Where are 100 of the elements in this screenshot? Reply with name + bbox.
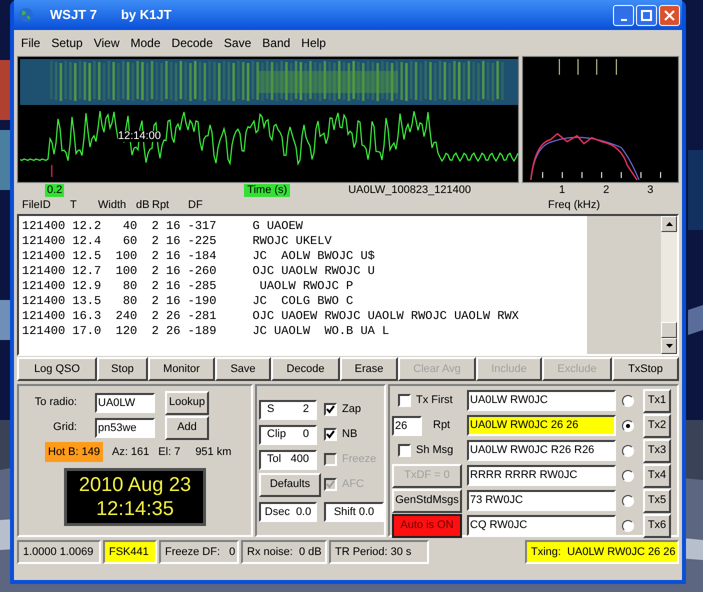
decoded-line: 121400 13.5 80 2 16 -190 JC COLG BWO C [22, 294, 354, 309]
menu-item[interactable]: Help [297, 33, 330, 53]
checkbox[interactable] [324, 428, 337, 441]
decoded-line: 121400 12.9 80 2 16 -285 UAOLW RWOJC P [22, 279, 354, 294]
file-name-label: UA0LW_100823_121400 [348, 183, 471, 198]
field-label: Grid: [52, 420, 78, 436]
toolbar-button[interactable]: Decode [271, 357, 340, 381]
time-text: 12:14:35 [96, 497, 174, 521]
checkbox[interactable] [398, 444, 411, 457]
decoded-line: 121400 16.3 240 2 26 -281 OJC UAOEW RWOJC UAOLW RWOJC UAOLW RWX [22, 309, 520, 324]
parameter-field[interactable]: S 2 [259, 400, 317, 420]
gen-messages-button[interactable]: GenStdMsgs [392, 488, 462, 512]
scroll-up-button[interactable] [661, 216, 677, 232]
menu-item[interactable]: Mode [126, 33, 165, 53]
dsec-field[interactable]: Dsec 0.0 [259, 502, 317, 522]
checkbox[interactable] [398, 394, 411, 407]
shift-field[interactable]: Shift 0.0 [324, 502, 384, 522]
toolbar-button[interactable]: Log QSO [17, 357, 97, 381]
distance-label: 951 km [195, 444, 232, 460]
callsign-field[interactable]: UA0LW [95, 392, 155, 412]
status-bar-cell: Txing: UA0LW RW0JC 26 26 [525, 540, 679, 564]
scrollbar[interactable] [661, 216, 677, 354]
close-button[interactable] [659, 4, 680, 26]
tx-button[interactable]: Tx2 [643, 414, 671, 438]
decoded-line: 121400 12.2 40 2 16 -317 G UAOEW [22, 219, 304, 234]
minimize-icon [620, 18, 626, 20]
scroll-down-button[interactable] [661, 338, 677, 354]
field-label: To radio: [34, 395, 78, 410]
radio-button[interactable] [622, 494, 634, 506]
radio-button[interactable] [622, 394, 634, 406]
field-label: Rpt [433, 418, 450, 434]
down-arrow-icon [666, 344, 672, 348]
axis-tick-label: 1 [558, 183, 566, 198]
checkbox-label: NB [342, 427, 358, 442]
radio-button[interactable] [622, 470, 634, 482]
station-button[interactable]: Lookup [165, 390, 209, 414]
checkbox[interactable] [324, 403, 337, 416]
menu-item[interactable]: Band [258, 33, 294, 53]
freq-axis-label: Freq (kHz) [548, 198, 600, 213]
radio-button[interactable] [622, 420, 634, 432]
globe-icon [18, 7, 34, 23]
column-header: FileID [22, 198, 52, 213]
column-header: dB [136, 198, 150, 213]
toolbar-button[interactable]: TxStop [612, 357, 679, 381]
axis-tick-label: 3 [647, 183, 654, 198]
azimuth-label: Az: 161 [112, 444, 150, 460]
radio-button[interactable] [622, 520, 634, 532]
toolbar-button[interactable]: Monitor [148, 357, 215, 381]
date-text: 2010 Aug 23 [78, 473, 192, 497]
menu-item[interactable]: Setup [47, 33, 87, 53]
column-header: Rpt [152, 198, 170, 213]
tx-button[interactable]: Tx5 [643, 488, 671, 512]
menu-item[interactable]: File [17, 33, 44, 53]
field-label: S [267, 402, 274, 418]
time-marker-label: 12:14:00 [118, 131, 161, 142]
menu-item[interactable]: Save [220, 33, 256, 53]
scroll-thumb[interactable] [661, 322, 677, 338]
time-axis-label: Time (s) [244, 184, 290, 197]
tx-button[interactable]: Tx1 [643, 388, 671, 412]
status-bar-cell: 1.0000 1.0069 [17, 540, 101, 564]
field-value: 2 [302, 402, 309, 418]
report-field[interactable]: 26 [392, 416, 422, 436]
grid-field[interactable]: pn53we [95, 418, 155, 438]
hot-badge: Hot B: 149 [45, 442, 103, 462]
window-subtitle: by K1JT [120, 6, 172, 24]
message-field[interactable]: UA0LW RW0JC [467, 390, 616, 411]
close-icon [664, 10, 675, 20]
column-header: T [70, 198, 78, 213]
elevation-label: El: 7 [158, 444, 180, 460]
window-title: WSJT 7 [50, 6, 97, 24]
field-label: Clip [267, 427, 286, 442]
message-field[interactable]: UA0LW RW0JC R26 R26 [467, 440, 616, 461]
status-bar-cell: TR Period: 30 s [329, 540, 429, 564]
defaults-button[interactable]: Defaults [259, 472, 321, 496]
tx-button[interactable]: Tx4 [643, 464, 671, 488]
minimize-button[interactable] [613, 4, 634, 26]
message-field[interactable]: RRRR RRRR RW0JC [467, 465, 616, 486]
toolbar-button[interactable]: Erase [340, 357, 398, 381]
decoded-line: 121400 12.5 100 2 16 -184 JC AOLW BWOJC U$ [22, 249, 376, 264]
checkbox-label: Tx First [416, 393, 453, 408]
field-value: 400 [290, 452, 309, 468]
field-label: Tol [267, 452, 282, 468]
parameter-field[interactable]: Clip 0 [259, 424, 317, 444]
message-field[interactable]: UA0LW RW0JC 26 26 [467, 415, 616, 436]
menu-item[interactable]: Decode [168, 33, 217, 53]
message-field[interactable]: CQ RW0JC [467, 515, 616, 536]
station-button[interactable]: Add [165, 416, 209, 440]
toolbar-button[interactable]: Save [215, 357, 271, 381]
message-field[interactable]: 73 RW0JC [467, 490, 616, 511]
parameter-field[interactable]: Tol 400 [259, 450, 317, 470]
menu-item[interactable]: View [90, 33, 124, 53]
decoded-line: 121400 12.7 100 2 16 -260 OJC UAOLW RWOJC U [22, 264, 376, 279]
maximize-button[interactable] [636, 4, 657, 26]
toolbar-button[interactable]: Stop [97, 357, 148, 381]
decoded-line: 121400 12.4 60 2 16 -225 RWOJC UKELV [22, 234, 333, 249]
scale-label: 0.2 [45, 184, 64, 197]
radio-button[interactable] [622, 444, 634, 456]
tx-button[interactable]: Tx6 [643, 514, 671, 538]
up-arrow-icon [666, 222, 672, 226]
tx-button[interactable]: Tx3 [643, 438, 671, 462]
